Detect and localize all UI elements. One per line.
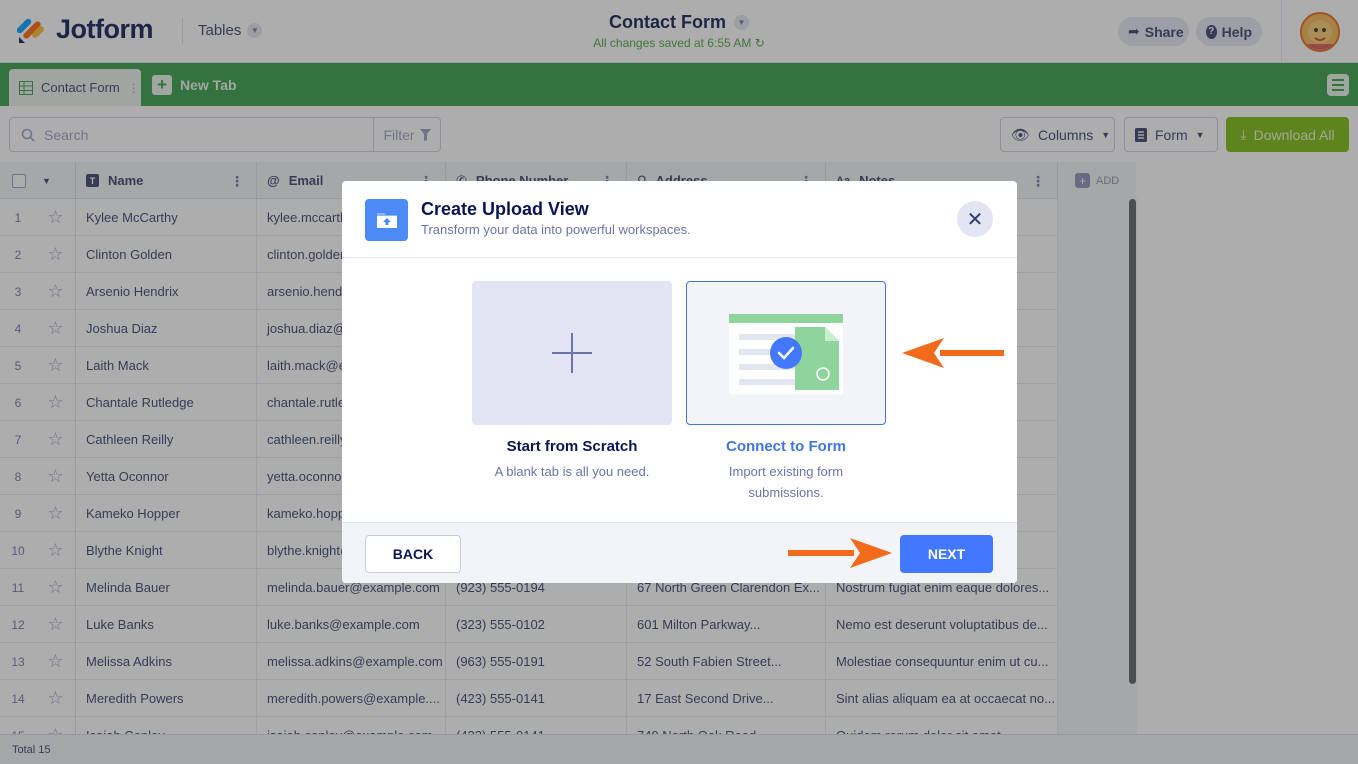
- connect-to-form-title: Connect to Form: [726, 438, 846, 455]
- next-button[interactable]: NEXT: [900, 535, 993, 573]
- create-upload-view-modal: Create Upload View Transform your data i…: [342, 181, 1017, 583]
- connect-to-form-desc: Import existing form submissions.: [728, 464, 844, 500]
- modal-subtitle: Transform your data into powerful worksp…: [421, 222, 691, 237]
- modal-header: Create Upload View Transform your data i…: [342, 181, 1017, 258]
- modal-title: Create Upload View: [421, 199, 589, 219]
- annotation-arrow-left-icon: [902, 338, 1004, 368]
- modal-footer: BACK NEXT: [342, 522, 1017, 583]
- start-from-scratch-desc: A blank tab is all you need.: [494, 464, 650, 479]
- connect-to-form-card[interactable]: [686, 281, 886, 425]
- connect-form-illustration: [729, 314, 843, 394]
- back-button[interactable]: BACK: [365, 535, 461, 573]
- start-from-scratch-card[interactable]: [472, 281, 672, 425]
- annotation-arrow-right-icon: [788, 538, 892, 568]
- plus-icon: [552, 333, 592, 373]
- upload-folder-icon: [365, 199, 408, 241]
- start-from-scratch-title: Start from Scratch: [506, 438, 638, 455]
- close-icon[interactable]: ✕: [957, 201, 993, 237]
